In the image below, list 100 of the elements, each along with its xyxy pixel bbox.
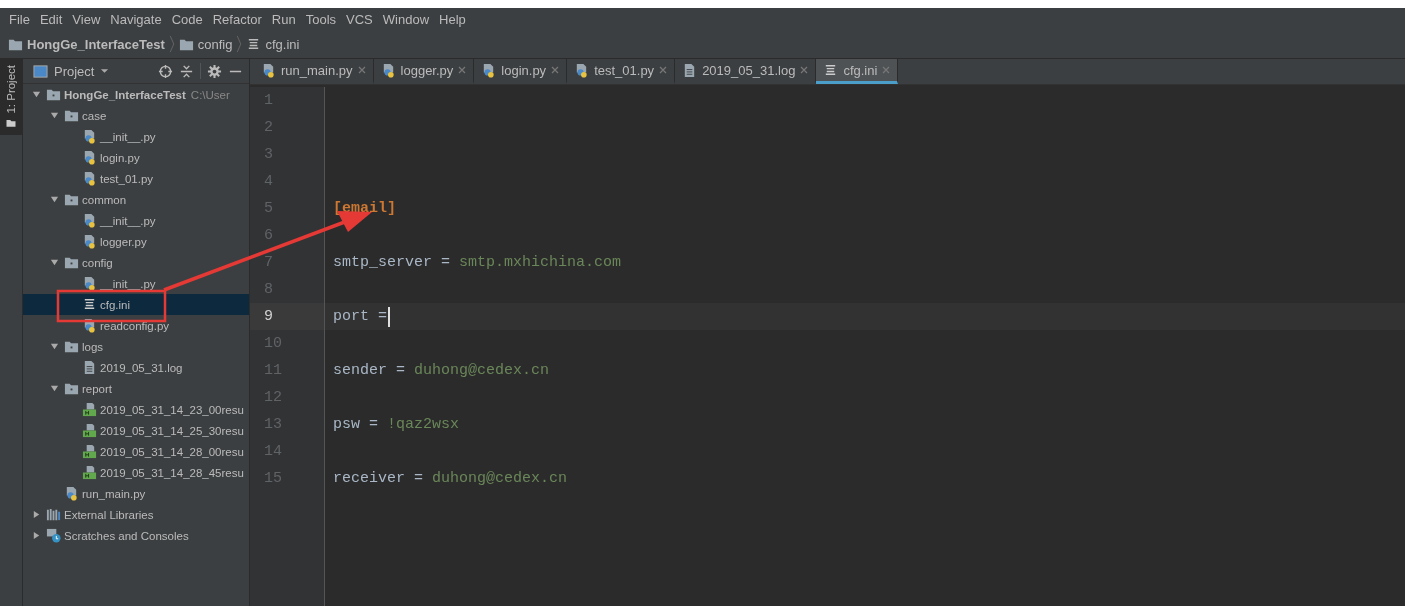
python-file-icon xyxy=(82,129,97,144)
html-file-icon xyxy=(82,402,97,417)
expand-arrow-icon[interactable] xyxy=(49,195,59,204)
tree-item-label: __init__.py xyxy=(100,130,156,143)
html-file-icon xyxy=(82,423,97,438)
tree-item-label: logger.py xyxy=(100,235,147,248)
menu-item[interactable]: Run xyxy=(266,11,301,27)
tree-item[interactable]: test_01.py xyxy=(23,168,249,189)
folder-icon xyxy=(64,339,79,354)
tree-item-label: run_main.py xyxy=(82,487,146,500)
chevron-icon xyxy=(236,35,243,53)
tree-item-label: External Libraries xyxy=(64,508,154,521)
config-value: duhong@cedex.cn xyxy=(414,361,550,381)
project-tool-tab[interactable]: 1: Project xyxy=(0,59,22,135)
config-key: receiver xyxy=(333,465,405,492)
expand-arrow-icon[interactable] xyxy=(49,342,59,351)
tree-item[interactable]: __init__.py xyxy=(23,126,249,147)
document-icon xyxy=(82,360,97,375)
close-icon[interactable] xyxy=(659,66,668,74)
tree-item[interactable]: 2019_05_31_14_28_00resu xyxy=(23,441,249,462)
tree-item[interactable]: Scratches and Consoles xyxy=(23,525,249,546)
line-number: 9 xyxy=(250,303,324,330)
tree-item[interactable]: External Libraries xyxy=(23,504,249,525)
tree-item[interactable]: common xyxy=(23,189,249,210)
tree-item-label: cfg.ini xyxy=(100,298,131,311)
tree-item[interactable]: 2019_05_31_14_28_45resu xyxy=(23,462,249,483)
editor-tab[interactable]: logger.py xyxy=(373,59,475,84)
tree-item-label: __init__.py xyxy=(100,277,156,290)
breadcrumb-item[interactable]: cfg.ini xyxy=(265,36,300,52)
tree-item[interactable]: readconfig.py xyxy=(23,315,249,336)
editor-tab[interactable]: login.py xyxy=(474,59,568,84)
folder-icon xyxy=(64,381,79,396)
menu-item[interactable]: VCS xyxy=(341,11,378,27)
close-icon[interactable] xyxy=(458,66,467,74)
menu-item[interactable]: Window xyxy=(377,11,435,27)
folder-icon xyxy=(64,108,79,123)
tree-item[interactable]: config xyxy=(23,252,249,273)
tree-item[interactable]: 2019_05_31_14_23_00resu xyxy=(23,399,249,420)
tree-item[interactable]: HongGe_InterfaceTest C:\User xyxy=(23,84,249,105)
tree-item[interactable]: cfg.ini xyxy=(23,294,249,315)
menu-item[interactable]: Navigate xyxy=(105,11,167,27)
editor-tab[interactable]: run_main.py xyxy=(254,59,374,84)
close-icon[interactable] xyxy=(800,66,809,74)
menu-item[interactable]: View xyxy=(67,11,106,27)
editor-tab[interactable]: cfg.ini xyxy=(816,59,899,84)
tree-item[interactable]: logs xyxy=(23,336,249,357)
scratches-icon xyxy=(46,528,61,543)
menu-item[interactable]: Tools xyxy=(300,11,342,27)
config-value: duhong@cedex.cn xyxy=(432,469,568,489)
collapse-icon[interactable] xyxy=(179,63,194,79)
expand-arrow-icon[interactable] xyxy=(49,258,59,267)
tree-item-label: 2019_05_31_14_28_45resu xyxy=(100,466,244,479)
chevron-icon xyxy=(168,35,175,53)
config-key: sender xyxy=(333,357,387,384)
expand-arrow-icon[interactable] xyxy=(49,384,59,393)
tree-item[interactable]: __init__.py xyxy=(23,273,249,294)
tree-item[interactable]: logger.py xyxy=(23,231,249,252)
python-file-icon xyxy=(82,234,97,249)
close-icon[interactable] xyxy=(551,66,560,74)
breadcrumb-item[interactable]: config xyxy=(197,36,233,52)
python-file-icon xyxy=(82,213,97,228)
panel-title[interactable]: Project xyxy=(54,63,95,79)
expand-arrow-icon[interactable] xyxy=(31,90,41,99)
tree-item[interactable]: __init__.py xyxy=(23,210,249,231)
caret-icon[interactable] xyxy=(100,68,110,74)
close-icon[interactable] xyxy=(357,66,366,74)
tree-item[interactable]: case xyxy=(23,105,249,126)
tree-item[interactable]: 2019_05_31_14_25_30resu xyxy=(23,420,249,441)
python-file-icon xyxy=(82,318,97,333)
equals-sign: = xyxy=(414,469,424,489)
config-value: smtp.mxhichina.com xyxy=(459,253,622,273)
config-key: smtp_server xyxy=(333,249,433,276)
tree-item[interactable]: report xyxy=(23,378,249,399)
tree-item-label: case xyxy=(82,109,107,122)
python-file-icon xyxy=(82,150,97,165)
crosshair-icon[interactable] xyxy=(158,63,173,79)
tree-item-label: report xyxy=(82,382,113,395)
folder-icon xyxy=(64,255,79,270)
tree-item[interactable]: 2019_05_31.log xyxy=(23,357,249,378)
menu-item[interactable]: Code xyxy=(166,11,208,27)
tree-item-label: 2019_05_31_14_23_00resu xyxy=(100,403,244,416)
menu-item[interactable]: File xyxy=(4,11,35,27)
tree-item[interactable]: login.py xyxy=(23,147,249,168)
html-file-icon xyxy=(82,465,97,480)
menu-item[interactable]: Edit xyxy=(34,11,68,27)
settings-icon[interactable] xyxy=(207,63,222,79)
tree-item-label: __init__.py xyxy=(100,214,156,227)
tree-item-label: Scratches and Consoles xyxy=(64,529,189,542)
menu-item[interactable]: Help xyxy=(434,11,471,27)
breadcrumb-item[interactable]: HongGe_InterfaceTest xyxy=(27,36,165,52)
expand-arrow-icon[interactable] xyxy=(31,531,41,540)
tree-item-label: config xyxy=(82,256,113,269)
tree-item[interactable]: run_main.py xyxy=(23,483,249,504)
python-file-icon xyxy=(82,171,97,186)
equals-sign: = xyxy=(369,415,379,435)
expand-arrow-icon[interactable] xyxy=(31,510,41,519)
html-file-icon xyxy=(82,444,97,459)
editor-tab[interactable]: test_01.py xyxy=(567,59,676,84)
menu-item[interactable]: Refactor xyxy=(207,11,267,27)
expand-arrow-icon[interactable] xyxy=(49,111,59,120)
